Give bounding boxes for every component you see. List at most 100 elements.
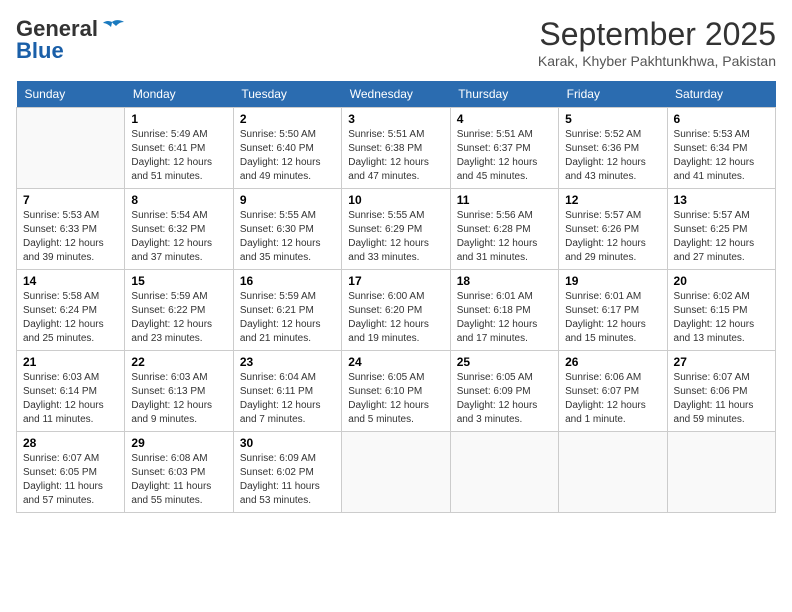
day-number: 14 — [23, 274, 118, 288]
day-number: 15 — [131, 274, 226, 288]
day-info: Sunrise: 5:55 AMSunset: 6:30 PMDaylight:… — [240, 209, 335, 265]
day-info: Sunrise: 5:52 AMSunset: 6:36 PMDaylight:… — [565, 128, 660, 184]
page-header: General Blue September 2025 Karak, Khybe… — [16, 16, 776, 69]
calendar-day-cell — [17, 108, 125, 189]
logo: General Blue — [16, 16, 126, 64]
day-number: 10 — [348, 193, 443, 207]
day-info: Sunrise: 6:03 AMSunset: 6:14 PMDaylight:… — [23, 371, 118, 427]
day-info: Sunrise: 6:05 AMSunset: 6:10 PMDaylight:… — [348, 371, 443, 427]
day-info: Sunrise: 5:59 AMSunset: 6:21 PMDaylight:… — [240, 290, 335, 346]
calendar-day-cell: 2 Sunrise: 5:50 AMSunset: 6:40 PMDaylight… — [233, 108, 341, 189]
calendar-day-cell: 17 Sunrise: 6:00 AMSunset: 6:20 PMDayligh… — [342, 270, 450, 351]
day-info: Sunrise: 5:59 AMSunset: 6:22 PMDaylight:… — [131, 290, 226, 346]
calendar-day-cell: 29Sunrise: 6:08 AMSunset: 6:03 PMDayligh… — [125, 432, 233, 513]
day-number: 16 — [240, 274, 335, 288]
day-number: 12 — [565, 193, 660, 207]
day-number: 24 — [348, 355, 443, 369]
calendar-day-cell: 12 Sunrise: 5:57 AMSunset: 6:26 PMDayligh… — [559, 189, 667, 270]
day-number: 9 — [240, 193, 335, 207]
calendar-day-cell: 8 Sunrise: 5:54 AMSunset: 6:32 PMDaylight… — [125, 189, 233, 270]
day-info: Sunrise: 5:55 AMSunset: 6:29 PMDaylight:… — [348, 209, 443, 265]
day-info: Sunrise: 5:53 AMSunset: 6:34 PMDaylight:… — [674, 128, 769, 184]
calendar-day-cell — [450, 432, 558, 513]
weekday-header: Friday — [559, 81, 667, 108]
calendar-day-cell — [342, 432, 450, 513]
calendar-day-cell — [559, 432, 667, 513]
weekday-header-row: SundayMondayTuesdayWednesdayThursdayFrid… — [17, 81, 776, 108]
calendar-day-cell: 3 Sunrise: 5:51 AMSunset: 6:38 PMDaylight… — [342, 108, 450, 189]
calendar-day-cell: 9 Sunrise: 5:55 AMSunset: 6:30 PMDaylight… — [233, 189, 341, 270]
day-number: 20 — [674, 274, 769, 288]
calendar-day-cell: 10 Sunrise: 5:55 AMSunset: 6:29 PMDayligh… — [342, 189, 450, 270]
calendar-day-cell: 5Sunrise: 5:52 AMSunset: 6:36 PMDaylight… — [559, 108, 667, 189]
day-info: Sunrise: 6:00 AMSunset: 6:20 PMDaylight:… — [348, 290, 443, 346]
logo-bird-icon — [98, 18, 126, 40]
calendar-day-cell: 6Sunrise: 5:53 AMSunset: 6:34 PMDaylight… — [667, 108, 775, 189]
day-number: 21 — [23, 355, 118, 369]
calendar-day-cell: 27Sunrise: 6:07 AMSunset: 6:06 PMDayligh… — [667, 351, 775, 432]
day-number: 28 — [23, 436, 118, 450]
day-number: 27 — [674, 355, 769, 369]
calendar-week-row: 21 Sunrise: 6:03 AMSunset: 6:14 PMDayligh… — [17, 351, 776, 432]
month-title: September 2025 — [538, 16, 776, 53]
weekday-header: Wednesday — [342, 81, 450, 108]
calendar-week-row: 14 Sunrise: 5:58 AMSunset: 6:24 PMDayligh… — [17, 270, 776, 351]
day-info: Sunrise: 6:09 AMSunset: 6:02 PMDaylight:… — [240, 452, 335, 508]
calendar-day-cell: 23 Sunrise: 6:04 AMSunset: 6:11 PMDayligh… — [233, 351, 341, 432]
calendar-day-cell: 30 Sunrise: 6:09 AMSunset: 6:02 PMDayligh… — [233, 432, 341, 513]
calendar-table: SundayMondayTuesdayWednesdayThursdayFrid… — [16, 81, 776, 513]
calendar-day-cell: 21 Sunrise: 6:03 AMSunset: 6:14 PMDayligh… — [17, 351, 125, 432]
day-number: 3 — [348, 112, 443, 126]
day-info: Sunrise: 6:02 AMSunset: 6:15 PMDaylight:… — [674, 290, 769, 346]
day-number: 30 — [240, 436, 335, 450]
day-info: Sunrise: 6:01 AMSunset: 6:17 PMDaylight:… — [565, 290, 660, 346]
day-info: Sunrise: 6:06 AMSunset: 6:07 PMDaylight:… — [565, 371, 660, 427]
weekday-header: Sunday — [17, 81, 125, 108]
calendar-day-cell: 15 Sunrise: 5:59 AMSunset: 6:22 PMDayligh… — [125, 270, 233, 351]
day-number: 17 — [348, 274, 443, 288]
day-info: Sunrise: 5:50 AMSunset: 6:40 PMDaylight:… — [240, 128, 335, 184]
day-number: 23 — [240, 355, 335, 369]
calendar-day-cell: 26 Sunrise: 6:06 AMSunset: 6:07 PMDayligh… — [559, 351, 667, 432]
calendar-day-cell — [667, 432, 775, 513]
calendar-day-cell: 28 Sunrise: 6:07 AMSunset: 6:05 PMDayligh… — [17, 432, 125, 513]
day-info: Sunrise: 6:04 AMSunset: 6:11 PMDaylight:… — [240, 371, 335, 427]
day-info: Sunrise: 5:51 AMSunset: 6:38 PMDaylight:… — [348, 128, 443, 184]
day-info: Sunrise: 5:51 AMSunset: 6:37 PMDaylight:… — [457, 128, 552, 184]
day-info: Sunrise: 5:57 AMSunset: 6:25 PMDaylight:… — [674, 209, 769, 265]
calendar-day-cell: 24 Sunrise: 6:05 AMSunset: 6:10 PMDayligh… — [342, 351, 450, 432]
day-info: Sunrise: 6:08 AMSunset: 6:03 PMDaylight:… — [131, 452, 226, 508]
day-info: Sunrise: 5:58 AMSunset: 6:24 PMDaylight:… — [23, 290, 118, 346]
weekday-header: Tuesday — [233, 81, 341, 108]
day-number: 26 — [565, 355, 660, 369]
day-number: 11 — [457, 193, 552, 207]
calendar-day-cell: 16 Sunrise: 5:59 AMSunset: 6:21 PMDayligh… — [233, 270, 341, 351]
day-number: 13 — [674, 193, 769, 207]
title-block: September 2025 Karak, Khyber Pakhtunkhwa… — [538, 16, 776, 69]
day-number: 22 — [131, 355, 226, 369]
day-info: Sunrise: 6:07 AMSunset: 6:05 PMDaylight:… — [23, 452, 118, 508]
calendar-week-row: 28 Sunrise: 6:07 AMSunset: 6:05 PMDayligh… — [17, 432, 776, 513]
day-info: Sunrise: 5:54 AMSunset: 6:32 PMDaylight:… — [131, 209, 226, 265]
day-info: Sunrise: 5:56 AMSunset: 6:28 PMDaylight:… — [457, 209, 552, 265]
day-info: Sunrise: 6:03 AMSunset: 6:13 PMDaylight:… — [131, 371, 226, 427]
day-number: 2 — [240, 112, 335, 126]
calendar-day-cell: 7Sunrise: 5:53 AMSunset: 6:33 PMDaylight… — [17, 189, 125, 270]
calendar-day-cell: 4Sunrise: 5:51 AMSunset: 6:37 PMDaylight… — [450, 108, 558, 189]
day-info: Sunrise: 6:05 AMSunset: 6:09 PMDaylight:… — [457, 371, 552, 427]
calendar-day-cell: 22 Sunrise: 6:03 AMSunset: 6:13 PMDayligh… — [125, 351, 233, 432]
calendar-day-cell: 14 Sunrise: 5:58 AMSunset: 6:24 PMDayligh… — [17, 270, 125, 351]
day-info: Sunrise: 5:57 AMSunset: 6:26 PMDaylight:… — [565, 209, 660, 265]
calendar-week-row: 1Sunrise: 5:49 AMSunset: 6:41 PMDaylight… — [17, 108, 776, 189]
weekday-header: Saturday — [667, 81, 775, 108]
calendar-day-cell: 1Sunrise: 5:49 AMSunset: 6:41 PMDaylight… — [125, 108, 233, 189]
weekday-header: Monday — [125, 81, 233, 108]
calendar-day-cell: 11 Sunrise: 5:56 AMSunset: 6:28 PMDayligh… — [450, 189, 558, 270]
calendar-day-cell: 19Sunrise: 6:01 AMSunset: 6:17 PMDayligh… — [559, 270, 667, 351]
day-number: 1 — [131, 112, 226, 126]
calendar-day-cell: 25 Sunrise: 6:05 AMSunset: 6:09 PMDayligh… — [450, 351, 558, 432]
day-info: Sunrise: 5:53 AMSunset: 6:33 PMDaylight:… — [23, 209, 118, 265]
calendar-day-cell: 20 Sunrise: 6:02 AMSunset: 6:15 PMDayligh… — [667, 270, 775, 351]
day-number: 25 — [457, 355, 552, 369]
day-number: 8 — [131, 193, 226, 207]
